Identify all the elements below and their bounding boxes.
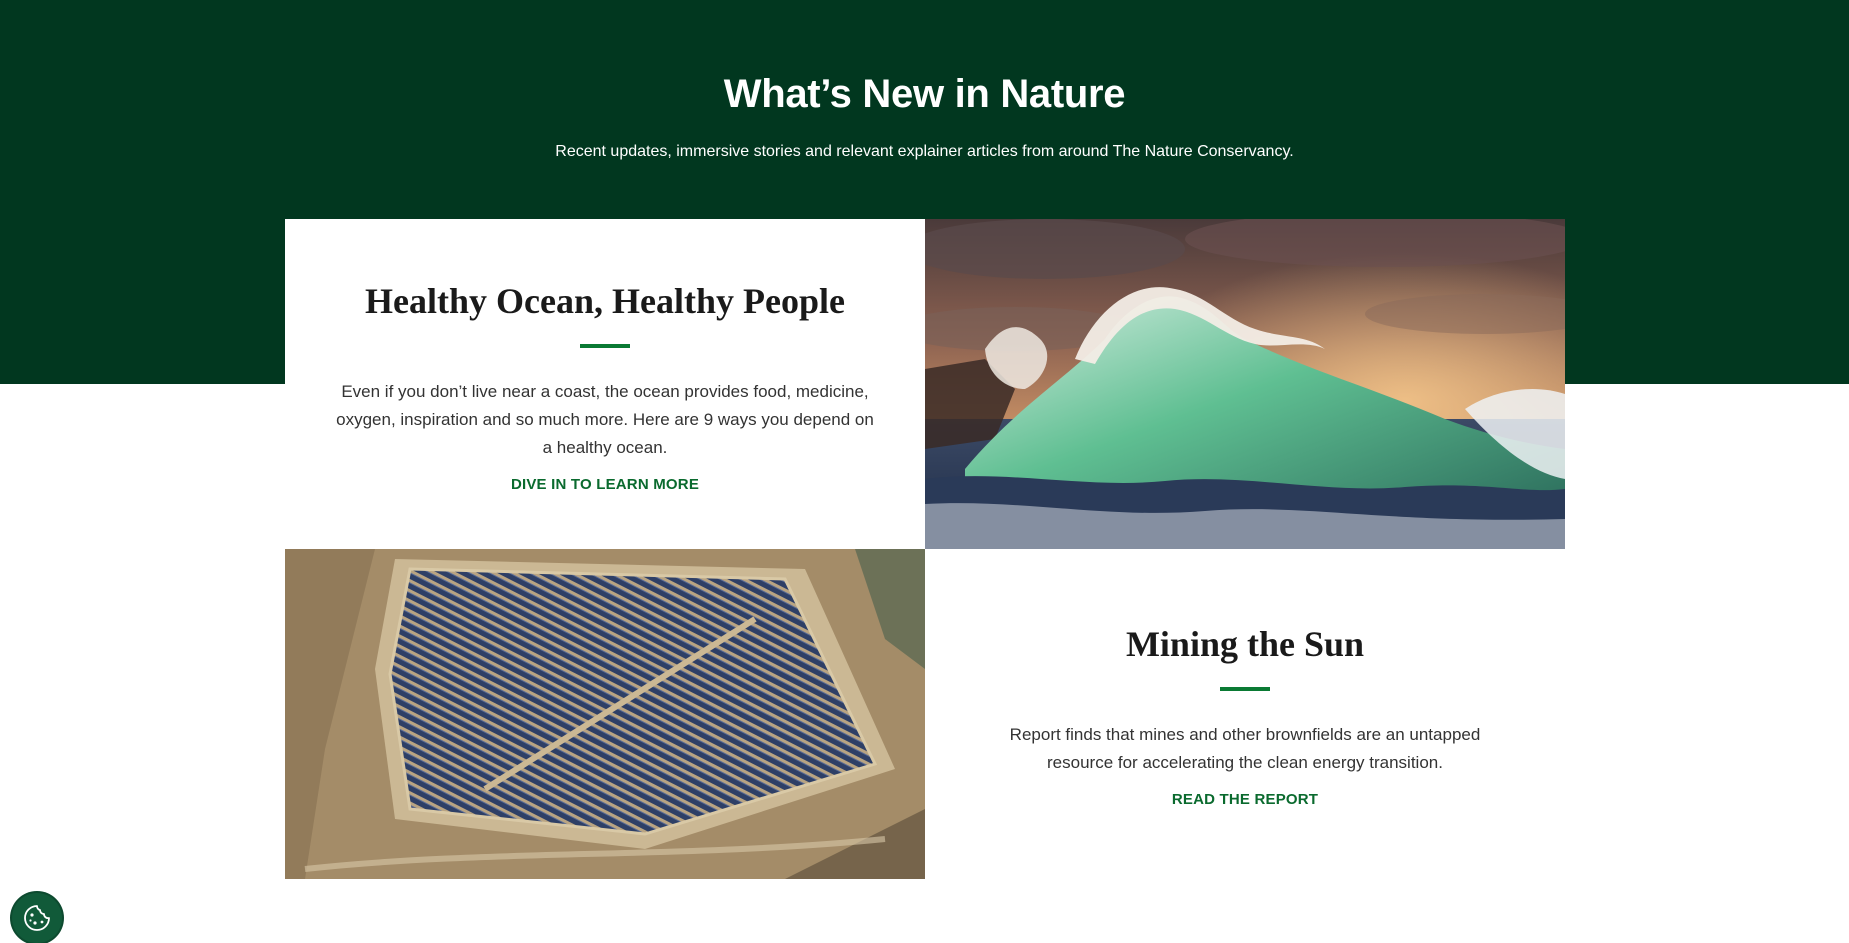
card-title: Mining the Sun: [1125, 624, 1365, 664]
dive-in-link[interactable]: DIVE IN TO LEARN MORE: [511, 476, 699, 493]
card-description: Even if you don’t live near a coast, the…: [336, 382, 874, 457]
card-description: Report finds that mines and other brownf…: [1009, 725, 1481, 772]
ocean-wave-image[interactable]: [925, 219, 1565, 549]
cookie-icon: [24, 905, 50, 931]
read-report-link[interactable]: READ THE REPORT: [1172, 791, 1318, 808]
title-divider: [580, 344, 630, 348]
cookie-settings-button[interactable]: [12, 893, 62, 943]
card-title: Healthy Ocean, Healthy People: [365, 281, 845, 321]
solar-farm-image[interactable]: [285, 549, 925, 879]
title-divider: [1220, 687, 1270, 691]
section-subtitle: Recent updates, immersive stories and re…: [555, 143, 1294, 160]
solar-farm-photo-icon: [285, 549, 925, 879]
section-title: What’s New in Nature: [723, 72, 1126, 116]
ocean-wave-photo-icon: [925, 219, 1565, 549]
story-card-mining-sun: Mining the Sun Report finds that mines a…: [925, 549, 1565, 879]
story-card-ocean: Healthy Ocean, Healthy People Even if yo…: [285, 219, 925, 549]
